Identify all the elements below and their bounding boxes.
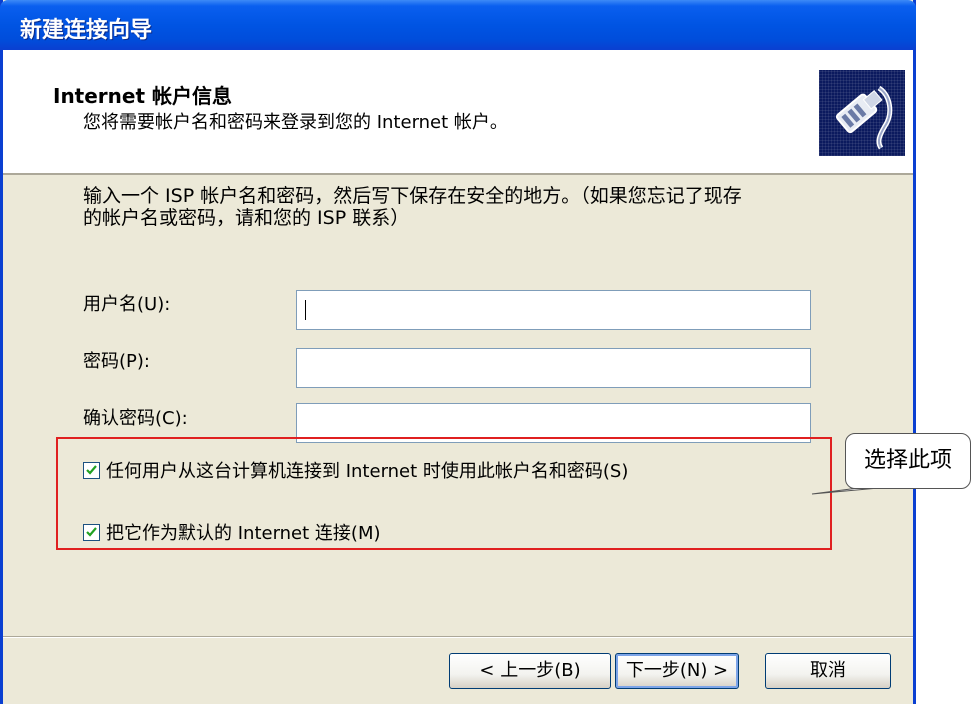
next-button[interactable]: 下一步(N) > <box>615 653 739 689</box>
instruction-line-1: 输入一个 ISP 帐户名和密码，然后写下保存在安全的地方。（如果您忘记了现存 <box>83 185 742 207</box>
callout-bubble: 选择此项 <box>845 433 971 489</box>
header-title: Internet 帐户信息 <box>53 84 232 108</box>
username-label: 用户名(U): <box>83 294 171 315</box>
callout-text: 选择此项 <box>863 448 952 473</box>
new-connection-wizard-window: 新建连接向导 Internet 帐户信息 您将需要帐户名和密码来登录到您的 In… <box>0 0 916 704</box>
password-field[interactable] <box>296 348 811 388</box>
header-subtitle: 您将需要帐户名和密码来登录到您的 Internet 帐户。 <box>83 112 508 133</box>
wizard-header: Internet 帐户信息 您将需要帐户名和密码来登录到您的 Internet … <box>3 50 913 175</box>
highlight-annotation-box <box>56 437 832 550</box>
confirm-password-label: 确认密码(C): <box>83 408 188 429</box>
instruction-text: 输入一个 ISP 帐户名和密码，然后写下保存在安全的地方。（如果您忘记了现存 的… <box>83 185 883 229</box>
text-caret <box>305 300 306 320</box>
instruction-line-2: 的帐户名或密码，请和您的 ISP 联系） <box>83 207 410 229</box>
title-bar: 新建连接向导 <box>0 0 916 50</box>
network-cable-icon <box>819 70 905 156</box>
cancel-button[interactable]: 取消 <box>765 653 891 689</box>
back-button[interactable]: < 上一步(B) <box>449 653 611 689</box>
bottom-divider <box>3 636 913 638</box>
username-field[interactable] <box>296 290 811 330</box>
window-title: 新建连接向导 <box>20 18 153 43</box>
password-label: 密码(P): <box>83 351 150 372</box>
